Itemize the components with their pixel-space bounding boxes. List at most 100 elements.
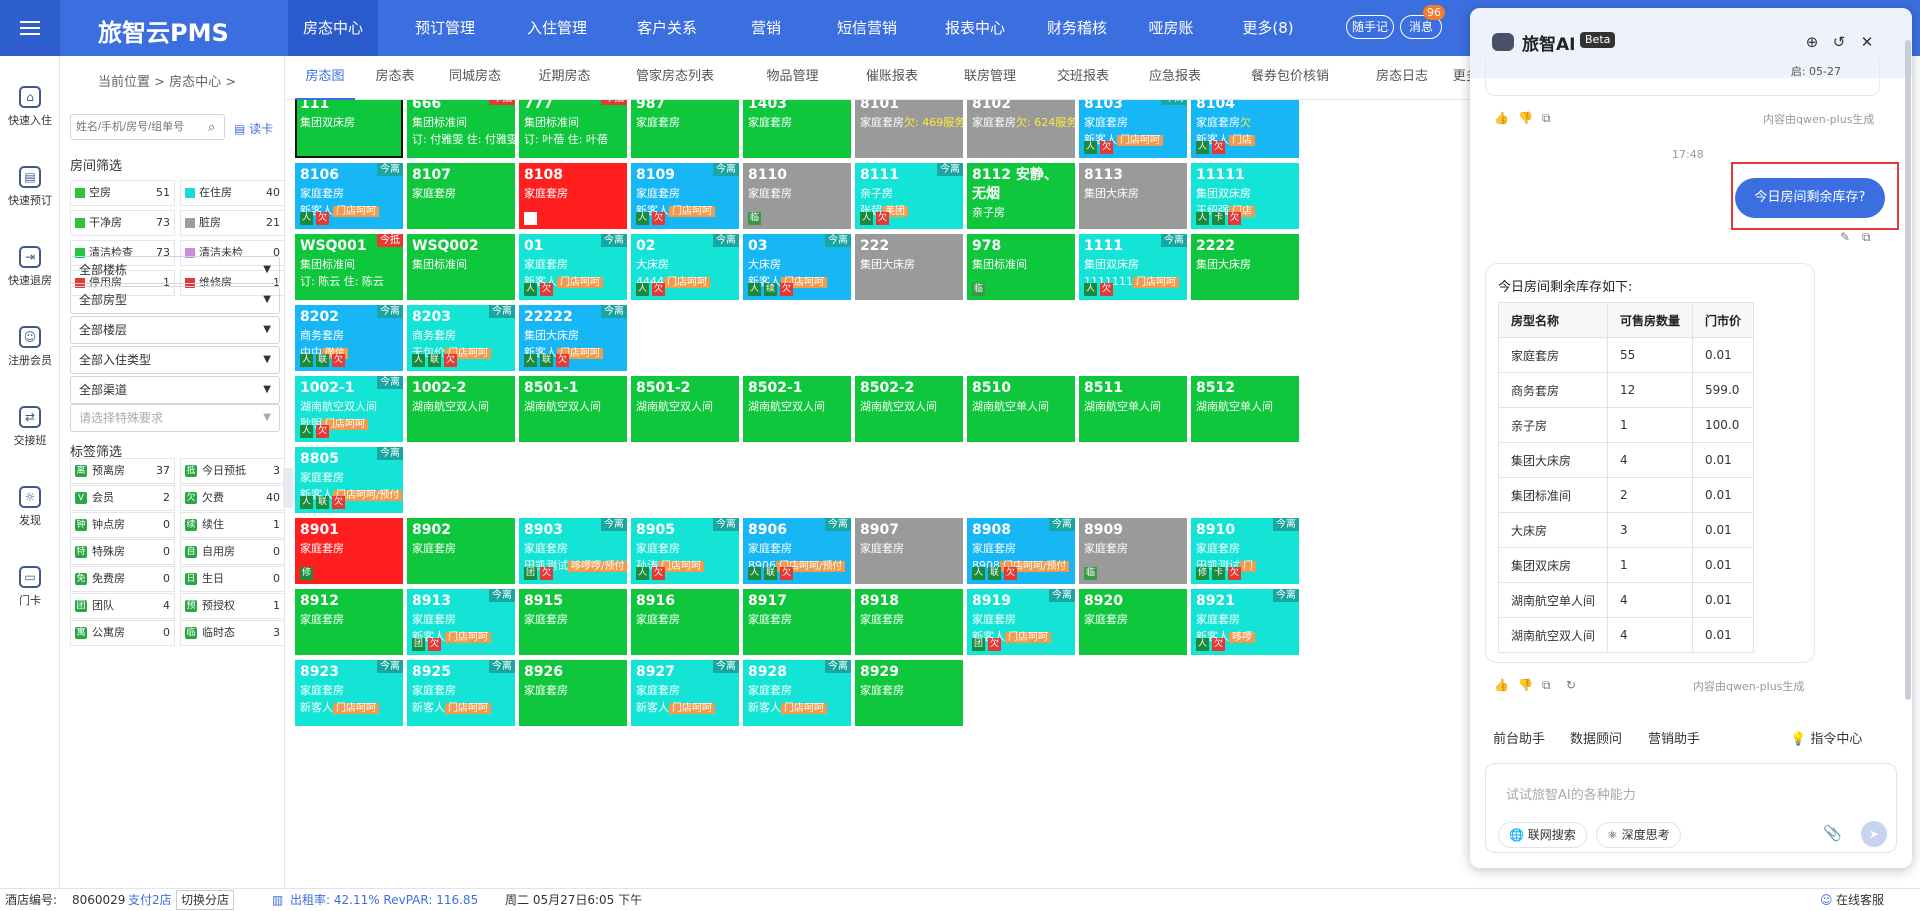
rail-item-3[interactable]: ☺ 注册会员 <box>0 326 60 368</box>
chat-scrollbar[interactable] <box>1905 40 1911 700</box>
like-icon[interactable]: 👍 <box>1494 678 1509 692</box>
room-card[interactable]: 8104 家庭套房欠 新客人 门店人欠 <box>1191 100 1299 158</box>
filter-select-0[interactable]: 全部楼栋 <box>70 256 280 284</box>
nav-item-9[interactable]: 更多(8) <box>1228 0 1308 56</box>
notes-button[interactable]: 随手记 <box>1346 15 1394 39</box>
nav-item-4[interactable]: 营销 <box>726 0 806 56</box>
room-card[interactable]: 8923 家庭套房 新客人 门店呵呵 今离 <box>295 660 403 726</box>
room-card[interactable]: 2222 集团大床房 <box>1191 234 1299 300</box>
history-icon[interactable]: ↺ <box>1830 33 1848 51</box>
nav-item-3[interactable]: 客户关系 <box>622 0 712 56</box>
tag-filter-6[interactable]: 特特殊房 0 <box>70 539 175 565</box>
room-card[interactable]: 8909 家庭套房临 <box>1079 518 1187 584</box>
assistant-chip-0[interactable]: 前台助手 <box>1485 726 1553 754</box>
room-card[interactable]: 8501-2 湖南航空双人间 <box>631 376 739 442</box>
new-chat-icon[interactable]: ⊕ <box>1803 33 1821 51</box>
tag-filter-7[interactable]: 自自用房 0 <box>180 539 285 565</box>
panel-collapse-handle[interactable] <box>283 468 293 508</box>
room-card[interactable]: 8925 家庭套房 新客人 门店呵呵 今离 <box>407 660 515 726</box>
room-card[interactable]: 987 家庭套房 <box>631 100 739 158</box>
room-card[interactable]: 8921 家庭套房 新客人 哆啰 今离人欠 <box>1191 589 1299 655</box>
attachment-icon[interactable]: 📎 <box>1823 824 1842 842</box>
room-card[interactable]: 8902 家庭套房 <box>407 518 515 584</box>
room-card[interactable]: 8103家庭套房新客人门店呵呵今离人欠 <box>1079 100 1187 158</box>
room-card[interactable]: 8512 湖南航空单人间 <box>1191 376 1299 442</box>
status-filter-1[interactable]: 在住房 40 <box>180 180 285 206</box>
status-filter-0[interactable]: 空房 51 <box>70 180 175 206</box>
nav-item-6[interactable]: 报表中心 <box>930 0 1020 56</box>
room-card[interactable]: 22222 集团大床房 新客人 门店呵呵 今离人联欠 <box>519 305 627 371</box>
command-center-button[interactable]: 💡 指令中心 <box>1782 726 1870 754</box>
tab-5[interactable]: 物品管理 <box>750 56 835 100</box>
room-card[interactable]: 1002-1 湖南航空双人间 耿明 门店呵呵 今离人欠 <box>295 376 403 442</box>
chat-input[interactable]: 试试旅智AI的各种能力 🌐 联网搜索 ⚛ 深度思考 📎 ➤ <box>1485 763 1897 853</box>
room-card[interactable]: 8920 家庭套房 <box>1079 589 1187 655</box>
room-card[interactable]: 8927 家庭套房 新客人 门店呵呵 今离 <box>631 660 739 726</box>
room-card[interactable]: 11111 集团双床房 王绍强 门店人卡欠 <box>1191 163 1299 229</box>
room-card[interactable]: 1002-2 湖南航空双人间 <box>407 376 515 442</box>
edit-icon[interactable]: ✎ <box>1840 230 1850 244</box>
room-card[interactable]: 111 集团双床房 <box>295 100 403 158</box>
room-card[interactable]: 8202商务套房中中微信今离人联欠 <box>295 305 403 371</box>
tag-filter-11[interactable]: 预预授权 1 <box>180 593 285 619</box>
search-input[interactable] <box>70 114 225 140</box>
assistant-chip-1[interactable]: 数据顾问 <box>1562 726 1630 754</box>
dislike-icon[interactable]: 👎 <box>1518 678 1533 692</box>
assistant-chip-2[interactable]: 营销助手 <box>1640 726 1708 754</box>
room-card[interactable]: 8903 家庭套房 田凯测试 哆啰啰/预付 今离团欠 <box>519 518 627 584</box>
tag-filter-13[interactable]: 临临时态 3 <box>180 620 285 646</box>
filter-select-4[interactable]: 全部渠道 <box>70 376 280 404</box>
room-card[interactable]: 8929 家庭套房 <box>855 660 963 726</box>
copy-icon[interactable]: ⧉ <box>1542 678 1551 693</box>
online-support-link[interactable]: 在线客服 <box>1836 889 1884 911</box>
room-card[interactable]: 8918 家庭套房 <box>855 589 963 655</box>
filter-select-3[interactable]: 全部入住类型 <box>70 346 280 374</box>
status-filter-3[interactable]: 脏房 21 <box>180 210 285 236</box>
room-card[interactable]: 8913 家庭套房 新客人 门店呵呵 今离团欠 <box>407 589 515 655</box>
room-card[interactable]: 8919 家庭套房 新客人 门店呵呵 今离团欠 <box>967 589 1075 655</box>
room-card[interactable]: 01 家庭套房 新客人 门店呵呵 今离人欠 <box>519 234 627 300</box>
tag-filter-3[interactable]: 欠欠费 40 <box>180 485 285 511</box>
tab-1[interactable]: 房态表 <box>365 56 425 100</box>
copy-icon[interactable]: ⧉ <box>1542 111 1551 126</box>
rail-item-5[interactable]: ☼ 发现 <box>0 486 60 528</box>
tab-9[interactable]: 应急报表 <box>1135 56 1215 100</box>
nav-item-5[interactable]: 短信营销 <box>822 0 912 56</box>
room-card[interactable]: 8912 家庭套房 <box>295 589 403 655</box>
rail-item-2[interactable]: ⇥ 快速退房 <box>0 246 60 288</box>
room-card[interactable]: 222 集团大床房 <box>855 234 963 300</box>
room-card[interactable]: 8102 家庭套房欠: 624服务包 <box>967 100 1075 158</box>
special-request-select[interactable]: 请选择特殊要求 <box>70 404 280 432</box>
tab-3[interactable]: 近期房态 <box>527 56 602 100</box>
tag-filter-10[interactable]: 团团队 4 <box>70 593 175 619</box>
tag-filter-1[interactable]: 抵今日预抵 3 <box>180 458 285 484</box>
room-card[interactable]: 8928 家庭套房 新客人 门店呵呵 今离 <box>743 660 851 726</box>
room-card[interactable]: WSQ002 集团标准间 <box>407 234 515 300</box>
tag-filter-4[interactable]: 钟钟点房 0 <box>70 512 175 538</box>
room-card[interactable]: 02 大床房 4444 门店呵呵 今离人欠 <box>631 234 739 300</box>
room-card[interactable]: 978 集团标准间临 <box>967 234 1075 300</box>
room-card[interactable]: 8907 家庭套房 <box>855 518 963 584</box>
tag-filter-5[interactable]: 续续住 1 <box>180 512 285 538</box>
read-card-button[interactable]: ▤ 读卡 <box>234 120 273 137</box>
room-card[interactable]: 8111 亲子房 张超 美团 今离人欠 <box>855 163 963 229</box>
nav-item-7[interactable]: 财务稽核 <box>1032 0 1122 56</box>
room-card[interactable]: WSQ001 集团标准间 订: 陈云 住: 陈云 今抵 <box>295 234 403 300</box>
tab-0[interactable]: 房态图 <box>295 56 355 100</box>
room-card[interactable]: 8501-1 湖南航空双人间 <box>519 376 627 442</box>
tag-filter-12[interactable]: 寓公寓房 0 <box>70 620 175 646</box>
filter-select-1[interactable]: 全部房型 <box>70 286 280 314</box>
room-card[interactable]: 8805 家庭套房 新客人 门店呵呵/预付 今离人联欠 <box>295 447 403 513</box>
tag-filter-9[interactable]: 日生日 0 <box>180 566 285 592</box>
nav-item-2[interactable]: 入住管理 <box>512 0 602 56</box>
room-card[interactable]: 8916 家庭套房 <box>631 589 739 655</box>
room-card[interactable]: 8203 商务套房 无包价 门店呵呵 今离人联欠 <box>407 305 515 371</box>
tab-10[interactable]: 餐券包价核销 <box>1230 56 1350 100</box>
dislike-icon[interactable]: 👎 <box>1518 111 1533 125</box>
room-card[interactable]: 777集团标准间订: 叶蓓 住: 叶蓓今抵 <box>519 100 627 158</box>
rail-item-4[interactable]: ⇄ 交接班 <box>0 406 60 448</box>
rail-item-0[interactable]: ⌂ 快速入住 <box>0 86 60 128</box>
tab-4[interactable]: 管家房态列表 <box>615 56 735 100</box>
tab-11[interactable]: 房态日志 <box>1362 56 1442 100</box>
rail-item-6[interactable]: ▭ 门卡 <box>0 566 60 608</box>
